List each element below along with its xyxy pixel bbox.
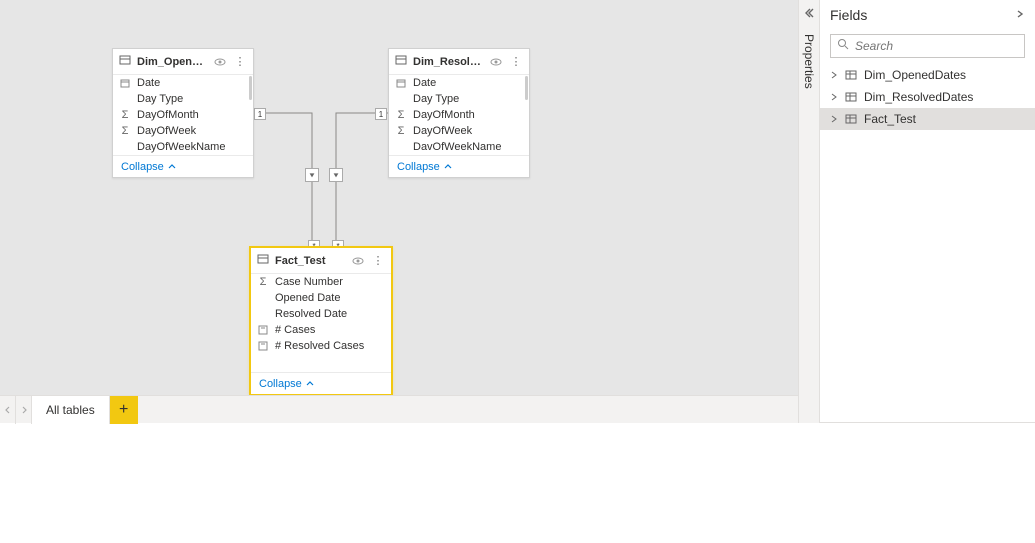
sigma-icon: Σ xyxy=(395,109,407,121)
properties-rail[interactable]: Properties xyxy=(798,0,820,423)
field-row[interactable]: # Cases xyxy=(251,322,391,338)
cardinality-one: 1 xyxy=(375,108,387,120)
chevron-right-icon xyxy=(830,93,838,101)
layout-tab-all[interactable]: All tables xyxy=(32,396,110,424)
sigma-icon: Σ xyxy=(257,276,269,288)
sigma-icon: Σ xyxy=(395,125,407,137)
field-row[interactable]: ΣDayOfWeek xyxy=(389,123,529,139)
field-row[interactable]: ΣDayOfMonth xyxy=(389,107,529,123)
measure-icon xyxy=(257,325,269,335)
fields-pane: Fields Dim_OpenedDates Dim_ResolvedDates… xyxy=(820,0,1035,423)
field-row[interactable]: Day Type xyxy=(113,91,253,107)
table-title: Dim_ResolvedDates xyxy=(413,56,483,68)
measure-icon xyxy=(257,341,269,351)
collapse-chevron-icon[interactable] xyxy=(803,6,815,24)
table-icon xyxy=(844,69,858,81)
field-row[interactable]: Date xyxy=(389,75,529,91)
search-box[interactable] xyxy=(830,34,1025,58)
field-table-fact-test[interactable]: Fact_Test xyxy=(820,108,1035,130)
field-row[interactable]: Day Type xyxy=(389,91,529,107)
date-icon xyxy=(119,78,131,88)
model-canvas[interactable]: 1 1 * * Dim_OpenedDates ⋮ Date Day Type … xyxy=(0,0,798,395)
chevron-right-icon xyxy=(830,71,838,79)
sigma-icon: Σ xyxy=(119,109,131,121)
table-icon xyxy=(119,54,131,69)
expand-chevron-icon[interactable] xyxy=(1015,6,1025,24)
more-icon[interactable]: ⋮ xyxy=(371,254,385,267)
search-input[interactable] xyxy=(855,39,1018,53)
field-row[interactable]: ΣDayOfWeek xyxy=(113,123,253,139)
field-row[interactable]: # Resolved Cases xyxy=(251,338,391,354)
table-card-dim-opened[interactable]: Dim_OpenedDates ⋮ Date Day Type ΣDayOfMo… xyxy=(112,48,254,178)
cardinality-one: 1 xyxy=(254,108,266,120)
table-title: Dim_OpenedDates xyxy=(137,56,207,68)
layout-tabs: All tables + xyxy=(0,395,798,423)
field-table-dim-opened[interactable]: Dim_OpenedDates xyxy=(820,64,1035,86)
collapse-button[interactable]: Collapse xyxy=(113,155,253,177)
add-layout-button[interactable]: + xyxy=(110,396,138,424)
field-row[interactable]: Opened Date xyxy=(251,290,391,306)
table-title: Fact_Test xyxy=(275,255,345,267)
fields-pane-title: Fields xyxy=(830,7,867,23)
visibility-icon[interactable] xyxy=(351,255,365,267)
table-icon xyxy=(395,54,407,69)
tab-prev-button[interactable] xyxy=(0,396,16,424)
visibility-icon[interactable] xyxy=(489,56,503,68)
table-icon xyxy=(844,113,858,125)
field-row[interactable]: DavOfWeekName xyxy=(389,139,529,155)
visibility-icon[interactable] xyxy=(213,56,227,68)
more-icon[interactable]: ⋮ xyxy=(509,55,523,68)
field-row[interactable]: ΣDayOfMonth xyxy=(113,107,253,123)
table-card-dim-resolved[interactable]: Dim_ResolvedDates ⋮ Date Day Type ΣDayOf… xyxy=(388,48,530,178)
field-row[interactable]: Resolved Date xyxy=(251,306,391,322)
scrollbar[interactable] xyxy=(525,76,528,100)
more-icon[interactable]: ⋮ xyxy=(233,55,247,68)
field-row[interactable]: Date xyxy=(113,75,253,91)
scrollbar[interactable] xyxy=(249,76,252,100)
sigma-icon: Σ xyxy=(119,125,131,137)
field-table-dim-resolved[interactable]: Dim_ResolvedDates xyxy=(820,86,1035,108)
field-row[interactable]: ΣCase Number xyxy=(251,274,391,290)
collapse-button[interactable]: Collapse xyxy=(389,155,529,177)
table-icon xyxy=(844,91,858,103)
collapse-button[interactable]: Collapse xyxy=(251,372,391,394)
search-icon xyxy=(837,37,849,55)
properties-label: Properties xyxy=(802,34,816,89)
chevron-right-icon xyxy=(830,115,838,123)
date-icon xyxy=(395,78,407,88)
table-card-fact-test[interactable]: Fact_Test ⋮ ΣCase Number Opened Date Res… xyxy=(250,247,392,395)
tab-next-button[interactable] xyxy=(16,396,32,424)
table-icon xyxy=(257,253,269,268)
field-row[interactable]: DayOfWeekName xyxy=(113,139,253,155)
filter-direction-icon xyxy=(305,168,319,182)
filter-direction-icon xyxy=(329,168,343,182)
